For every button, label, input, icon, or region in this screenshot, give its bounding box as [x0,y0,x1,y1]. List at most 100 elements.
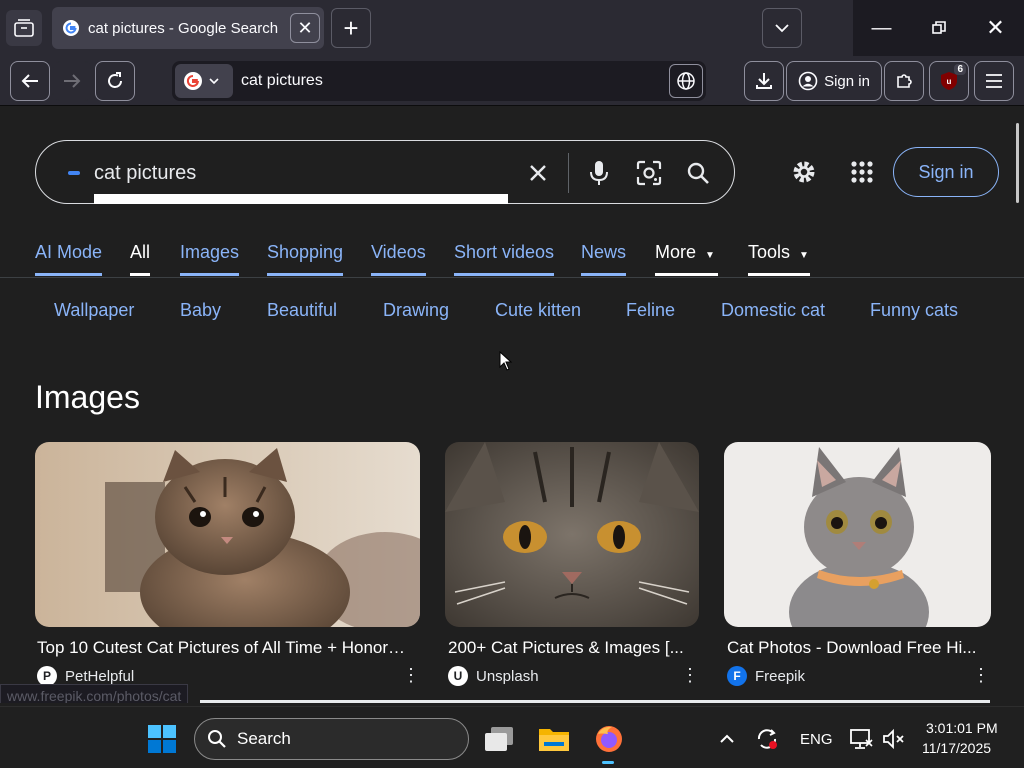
image-result-1-source-name: PetHelpful [65,667,135,685]
image-result-3-source[interactable]: F Freepik [727,666,805,686]
menu-button[interactable] [974,61,1014,101]
grey-cat-photo [724,442,991,627]
tab-ai-mode[interactable]: AI Mode [35,242,103,276]
page-content: cat pictures Sign in AI Mode All Images … [0,107,1024,703]
image-result-1-title[interactable]: Top 10 Cutest Cat Pictures of All Time +… [37,638,420,658]
close-icon [530,165,546,181]
clear-search-button[interactable] [522,157,554,189]
tab-more[interactable]: More ▼ [655,242,718,276]
forward-button[interactable] [52,61,92,101]
tab-all[interactable]: All [130,242,151,276]
camera-lens-icon [636,160,662,186]
minimize-button[interactable]: — [853,0,910,56]
new-tab-button[interactable]: + [331,8,371,48]
speaker-muted-icon [883,728,904,750]
caret-down-icon: ▼ [705,250,715,261]
image-result-1-more-button[interactable]: ⋮ [402,666,420,684]
tab-short-videos[interactable]: Short videos [454,242,555,276]
chip-funny-cats[interactable]: Funny cats [870,300,958,321]
search-suggestion-bar [94,194,508,204]
volume-tray-button[interactable] [876,721,912,757]
close-icon: ✕ [986,15,1005,40]
tab-more-label: More [655,242,697,262]
chip-drawing[interactable]: Drawing [383,300,449,321]
tab-close-button[interactable]: ✕ [290,13,320,43]
tab-manager-icon [14,19,34,37]
clock-time[interactable]: 3:01:01 PM [926,720,998,736]
hamburger-icon [986,74,1002,88]
back-button[interactable] [10,61,50,101]
chevron-up-icon [720,734,734,743]
image-result-2-title[interactable]: 200+ Cat Pictures & Images [... [448,638,699,658]
taskbar-search[interactable]: Search [194,718,469,760]
google-search-box[interactable]: cat pictures [35,140,735,204]
clock-date[interactable]: 11/17/2025 [922,740,991,756]
image-result-1-source[interactable]: P PetHelpful [37,666,134,686]
gear-icon [793,161,815,183]
google-apps-button[interactable] [850,160,876,186]
restore-icon [931,21,946,34]
image-result-1[interactable] [35,442,420,627]
ublock-extension-button[interactable]: u 6 [929,61,969,101]
firefox-taskbar-button[interactable] [591,721,627,757]
google-signin-button[interactable]: Sign in [893,147,999,197]
chip-baby[interactable]: Baby [180,300,221,321]
mouse-cursor-icon [499,351,513,371]
chip-feline[interactable]: Feline [626,300,675,321]
tab-videos[interactable]: Videos [371,242,426,276]
show-hidden-icons-button[interactable] [709,721,745,757]
task-view-button[interactable] [481,721,517,757]
tab-tools[interactable]: Tools ▼ [748,242,810,276]
tab-title: cat pictures - Google Search [88,19,279,37]
network-tray-button[interactable] [843,721,879,757]
account-icon [798,71,818,91]
downloads-button[interactable] [744,61,784,101]
image-result-2-source-name: Unsplash [476,667,539,685]
search-submit-button[interactable] [682,157,714,189]
content-divider [200,700,990,703]
search-query[interactable]: cat pictures [94,162,196,185]
chip-wallpaper[interactable]: Wallpaper [54,300,134,321]
page-scrollbar[interactable] [1016,123,1019,203]
image-result-2[interactable] [445,442,699,627]
image-result-3[interactable] [724,442,991,627]
address-bar[interactable]: cat pictures [172,61,706,101]
arrow-left-icon [21,74,38,88]
image-result-2-source[interactable]: U Unsplash [448,666,539,686]
arrow-right-icon [64,74,81,88]
browser-navbar: cat pictures Sign in u 6 [0,56,1024,106]
start-button[interactable] [144,721,180,757]
settings-button[interactable] [789,157,821,189]
image-result-2-more-button[interactable]: ⋮ [681,666,699,684]
reload-button[interactable] [95,61,135,101]
search-engine-button[interactable] [175,64,233,98]
image-result-3-title[interactable]: Cat Photos - Download Free Hi... [727,638,991,658]
tab-manager-button[interactable] [6,10,42,46]
restore-button[interactable] [910,0,967,56]
image-search-button[interactable] [633,157,665,189]
translate-button[interactable] [669,64,703,98]
reload-icon [108,72,122,88]
url-text[interactable]: cat pictures [241,72,323,90]
voice-search-button[interactable] [583,157,615,189]
image-result-3-more-button[interactable]: ⋮ [972,666,990,684]
freepik-logo-icon: F [727,666,747,686]
browser-tab[interactable]: cat pictures - Google Search ✕ [52,7,324,49]
language-indicator[interactable]: ENG [800,731,833,748]
close-window-button[interactable]: ✕ [967,0,1024,56]
more-vert-icon: ⋮ [402,665,420,685]
link-status-bar: www.freepik.com/photos/cat [0,684,189,703]
extensions-button[interactable] [884,61,924,101]
chip-cute-kitten[interactable]: Cute kitten [495,300,581,321]
chip-beautiful[interactable]: Beautiful [267,300,337,321]
tab-shopping[interactable]: Shopping [267,242,344,276]
file-explorer-button[interactable] [536,721,572,757]
sync-tray-button[interactable] [749,721,785,757]
tab-news[interactable]: News [581,242,627,276]
browser-signin-button[interactable]: Sign in [786,61,882,101]
chip-domestic-cat[interactable]: Domestic cat [721,300,825,321]
list-all-tabs-button[interactable] [762,8,802,48]
tab-images[interactable]: Images [180,242,240,276]
svg-text:u: u [947,77,952,86]
chevron-down-icon [775,24,789,33]
